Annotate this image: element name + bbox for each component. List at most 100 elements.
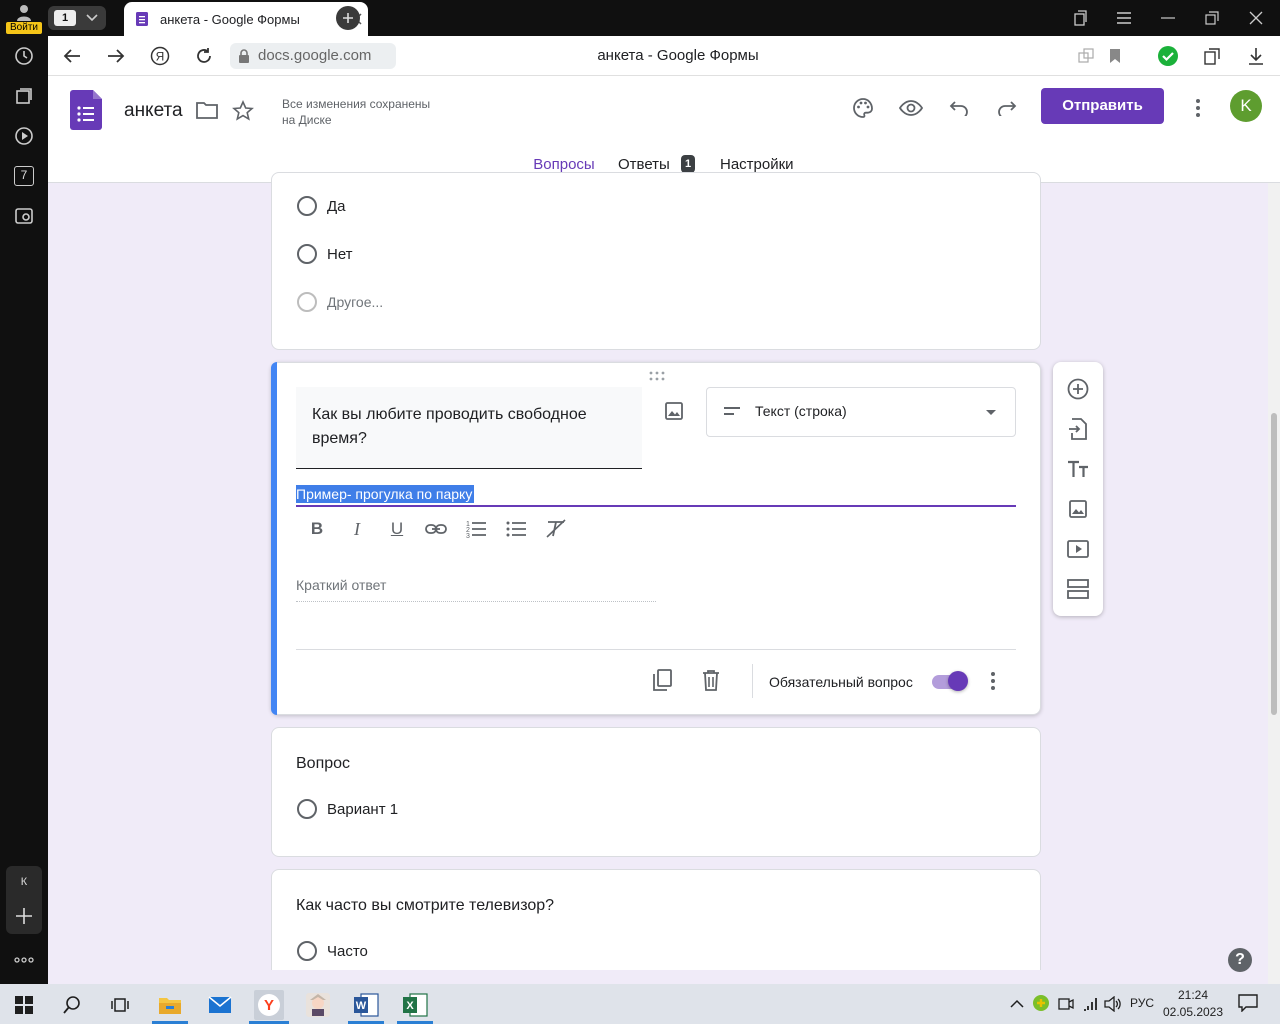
- volume-icon[interactable]: [1104, 995, 1122, 1013]
- question-card-active[interactable]: Как вы любите проводить свободное время?…: [271, 362, 1041, 715]
- file-explorer-icon[interactable]: [155, 990, 185, 1020]
- plus-icon: [343, 13, 353, 23]
- anime-app-icon[interactable]: [303, 990, 333, 1020]
- italic-icon[interactable]: I: [345, 517, 369, 541]
- tab-settings[interactable]: Настройки: [720, 156, 794, 173]
- duplicate-icon[interactable]: [652, 669, 676, 693]
- login-label: Войти: [6, 22, 42, 34]
- notifications-icon[interactable]: [1238, 994, 1258, 1014]
- question-card-4[interactable]: Как часто вы смотрите телевизор? Часто: [271, 869, 1041, 979]
- screenshot-icon[interactable]: [12, 204, 36, 228]
- profile-letter[interactable]: К: [6, 876, 42, 888]
- required-toggle[interactable]: [932, 671, 968, 691]
- add-title-icon[interactable]: [1066, 457, 1090, 481]
- search-icon[interactable]: [57, 990, 87, 1020]
- question-type-select[interactable]: Текст (строка): [706, 387, 1016, 437]
- add-section-icon[interactable]: [1066, 577, 1090, 601]
- windows-start-icon[interactable]: [9, 990, 39, 1020]
- more-vert-icon[interactable]: [1184, 94, 1212, 122]
- active-card-accent: [271, 362, 277, 715]
- card-more-vert-icon[interactable]: [985, 669, 1001, 693]
- bold-icon[interactable]: B: [305, 517, 329, 541]
- redo-icon[interactable]: [993, 94, 1021, 122]
- required-label: Обязательный вопрос: [769, 674, 913, 690]
- doc-title[interactable]: анкета: [124, 100, 183, 122]
- folder-icon[interactable]: [196, 100, 220, 124]
- radio-option-often[interactable]: [297, 941, 317, 961]
- protect-check-icon[interactable]: [1156, 44, 1180, 68]
- play-icon[interactable]: [12, 124, 36, 148]
- language-indicator[interactable]: РУС: [1130, 996, 1154, 1010]
- yandex-browser-icon[interactable]: Y: [254, 990, 284, 1020]
- url-field[interactable]: docs.google.com: [230, 43, 396, 69]
- radio-option-variant-1[interactable]: [297, 799, 317, 819]
- mail-icon[interactable]: [205, 990, 235, 1020]
- question-title-text: Как вы любите проводить свободное время?: [312, 406, 587, 447]
- undo-icon[interactable]: [945, 94, 973, 122]
- delete-icon[interactable]: [701, 669, 725, 693]
- svg-text:X: X: [406, 1000, 414, 1012]
- add-profile-icon[interactable]: [14, 906, 34, 926]
- question-card-1[interactable]: Да Нет Другое...: [271, 172, 1041, 350]
- radio-option-other[interactable]: [297, 292, 317, 312]
- collections-add-icon[interactable]: [1200, 44, 1224, 68]
- translate-icon[interactable]: [1074, 44, 1098, 68]
- close-window-icon[interactable]: [1244, 6, 1268, 30]
- clock[interactable]: 21:24 02.05.2023: [1160, 987, 1226, 1021]
- bookmarks-icon[interactable]: [1068, 6, 1092, 30]
- tab-counter-button[interactable]: 1: [48, 6, 106, 30]
- import-questions-icon[interactable]: [1066, 417, 1090, 441]
- network-icon[interactable]: [1082, 996, 1100, 1012]
- numbered-list-icon[interactable]: 123: [465, 517, 489, 541]
- description-field[interactable]: Пример- прогулка по парку: [296, 485, 1016, 507]
- palette-icon[interactable]: [849, 94, 877, 122]
- scrollbar-track[interactable]: [1268, 183, 1280, 984]
- excel-icon[interactable]: X: [400, 990, 430, 1020]
- browser-tab-active[interactable]: анкета - Google Формы: [124, 2, 368, 36]
- clear-formatting-icon[interactable]: [545, 517, 569, 541]
- add-image-icon[interactable]: [664, 401, 688, 425]
- radio-option-2[interactable]: [297, 244, 317, 264]
- tab-responses[interactable]: Ответы: [618, 156, 670, 173]
- underline-icon[interactable]: U: [385, 517, 409, 541]
- more-icon[interactable]: [12, 948, 36, 972]
- svg-text:3: 3: [466, 533, 470, 540]
- calendar-icon[interactable]: 7: [12, 164, 36, 188]
- history-icon[interactable]: [12, 44, 36, 68]
- back-arrow-icon[interactable]: [60, 44, 84, 68]
- link-icon[interactable]: [425, 517, 449, 541]
- send-button[interactable]: Отправить: [1041, 88, 1164, 124]
- new-tab-button[interactable]: [336, 6, 360, 30]
- preview-eye-icon[interactable]: [897, 94, 925, 122]
- add-image-side-icon[interactable]: [1066, 497, 1090, 521]
- minimize-icon[interactable]: [1156, 6, 1180, 30]
- forms-logo-icon[interactable]: [70, 90, 102, 130]
- scrollbar-thumb[interactable]: [1271, 413, 1277, 715]
- bulleted-list-icon[interactable]: [505, 517, 529, 541]
- add-question-icon[interactable]: [1066, 377, 1090, 401]
- login-button[interactable]: Войти: [4, 2, 44, 34]
- question-title-field[interactable]: Как вы любите проводить свободное время?: [296, 387, 642, 469]
- download-icon[interactable]: [1244, 44, 1268, 68]
- tray-chevron-up-icon[interactable]: [1010, 996, 1024, 1010]
- star-icon[interactable]: [232, 100, 256, 124]
- add-video-icon[interactable]: [1066, 537, 1090, 561]
- user-icon: [17, 5, 31, 21]
- menu-icon[interactable]: [1112, 6, 1136, 30]
- forward-arrow-icon[interactable]: [104, 44, 128, 68]
- radio-option-1[interactable]: [297, 196, 317, 216]
- restore-icon[interactable]: [1200, 6, 1224, 30]
- lock-icon: [239, 49, 249, 63]
- task-view-icon[interactable]: [105, 990, 135, 1020]
- help-icon[interactable]: ?: [1228, 948, 1252, 972]
- collections-icon[interactable]: [12, 84, 36, 108]
- yandex-icon[interactable]: Я: [148, 44, 172, 68]
- avatar[interactable]: K: [1230, 90, 1262, 122]
- question-card-3[interactable]: Вопрос Вариант 1: [271, 727, 1041, 857]
- tray-app-icon[interactable]: [1032, 994, 1050, 1012]
- bookmark-icon[interactable]: [1103, 44, 1127, 68]
- tray-meet-icon[interactable]: [1058, 996, 1074, 1012]
- word-icon[interactable]: W: [351, 990, 381, 1020]
- drag-handle-icon[interactable]: [649, 371, 665, 381]
- reload-icon[interactable]: [192, 44, 216, 68]
